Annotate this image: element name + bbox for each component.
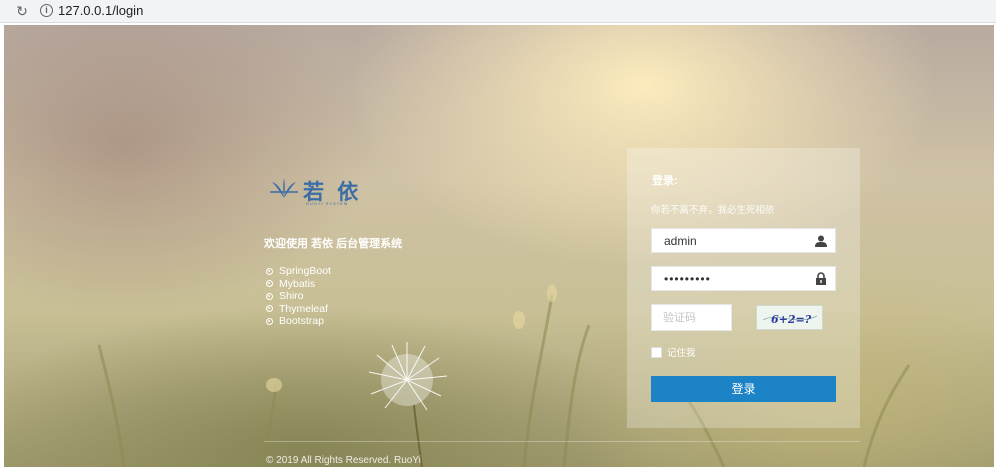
remember-checkbox[interactable] bbox=[651, 346, 662, 358]
password-field[interactable] bbox=[651, 266, 836, 291]
circle-bullet-icon bbox=[266, 317, 273, 325]
brand-logo-subtitle: RUOYI SYSTEM bbox=[306, 201, 349, 206]
username-field[interactable] bbox=[651, 228, 836, 253]
tech-item: Mybatis bbox=[266, 278, 331, 291]
captcha-graphic: 6+2=? bbox=[762, 313, 818, 326]
reload-icon[interactable]: ↻ bbox=[14, 2, 30, 20]
welcome-heading: 欢迎使用 若依 后台管理系统 bbox=[264, 238, 403, 250]
circle-bullet-icon bbox=[266, 280, 273, 288]
tech-item: Bootstrap bbox=[266, 315, 331, 328]
login-button[interactable]: 登录 bbox=[651, 376, 836, 402]
remember-me[interactable]: 记住我 bbox=[651, 345, 696, 359]
tech-item: Thymeleaf bbox=[266, 303, 331, 316]
footer-divider bbox=[264, 441, 860, 442]
circle-bullet-icon bbox=[266, 267, 273, 275]
captcha-image[interactable]: 6+2=? bbox=[756, 305, 823, 330]
tech-item: Shiro bbox=[266, 290, 331, 303]
circle-bullet-icon bbox=[266, 305, 273, 313]
password-input[interactable] bbox=[662, 271, 816, 287]
ruoyi-logo-icon bbox=[270, 178, 298, 198]
tech-label: Shiro bbox=[279, 290, 304, 302]
username-input[interactable] bbox=[662, 233, 816, 249]
user-icon bbox=[815, 235, 827, 247]
address-bar[interactable]: 127.0.0.1/login bbox=[58, 3, 143, 18]
tech-label: Thymeleaf bbox=[279, 302, 329, 315]
remember-label: 记住我 bbox=[667, 348, 696, 359]
tech-list: SpringBoot Mybatis Shiro Thymeleaf Boots… bbox=[266, 265, 331, 328]
captcha-text: 6+2=? bbox=[771, 313, 812, 326]
login-panel: 登录: 你若不离不弃，我必生死相依 6+2=? 记住我 登录 bbox=[627, 148, 860, 428]
tech-label: Mybatis bbox=[279, 277, 316, 290]
login-tip: 你若不离不弃，我必生死相依 bbox=[651, 205, 775, 216]
lock-icon bbox=[816, 272, 826, 285]
tech-item: SpringBoot bbox=[266, 265, 331, 278]
tech-label: Bootstrap bbox=[279, 315, 324, 327]
copyright-text: © 2019 All Rights Reserved. RuoYi bbox=[266, 455, 421, 466]
circle-bullet-icon bbox=[266, 292, 273, 300]
login-title: 登录: bbox=[652, 175, 678, 187]
captcha-input[interactable] bbox=[661, 311, 730, 325]
captcha-field[interactable] bbox=[651, 304, 732, 331]
site-info-icon[interactable]: i bbox=[40, 4, 53, 17]
browser-toolbar: ↻ i 127.0.0.1/login bbox=[0, 0, 996, 23]
tech-label: SpringBoot bbox=[279, 265, 331, 277]
